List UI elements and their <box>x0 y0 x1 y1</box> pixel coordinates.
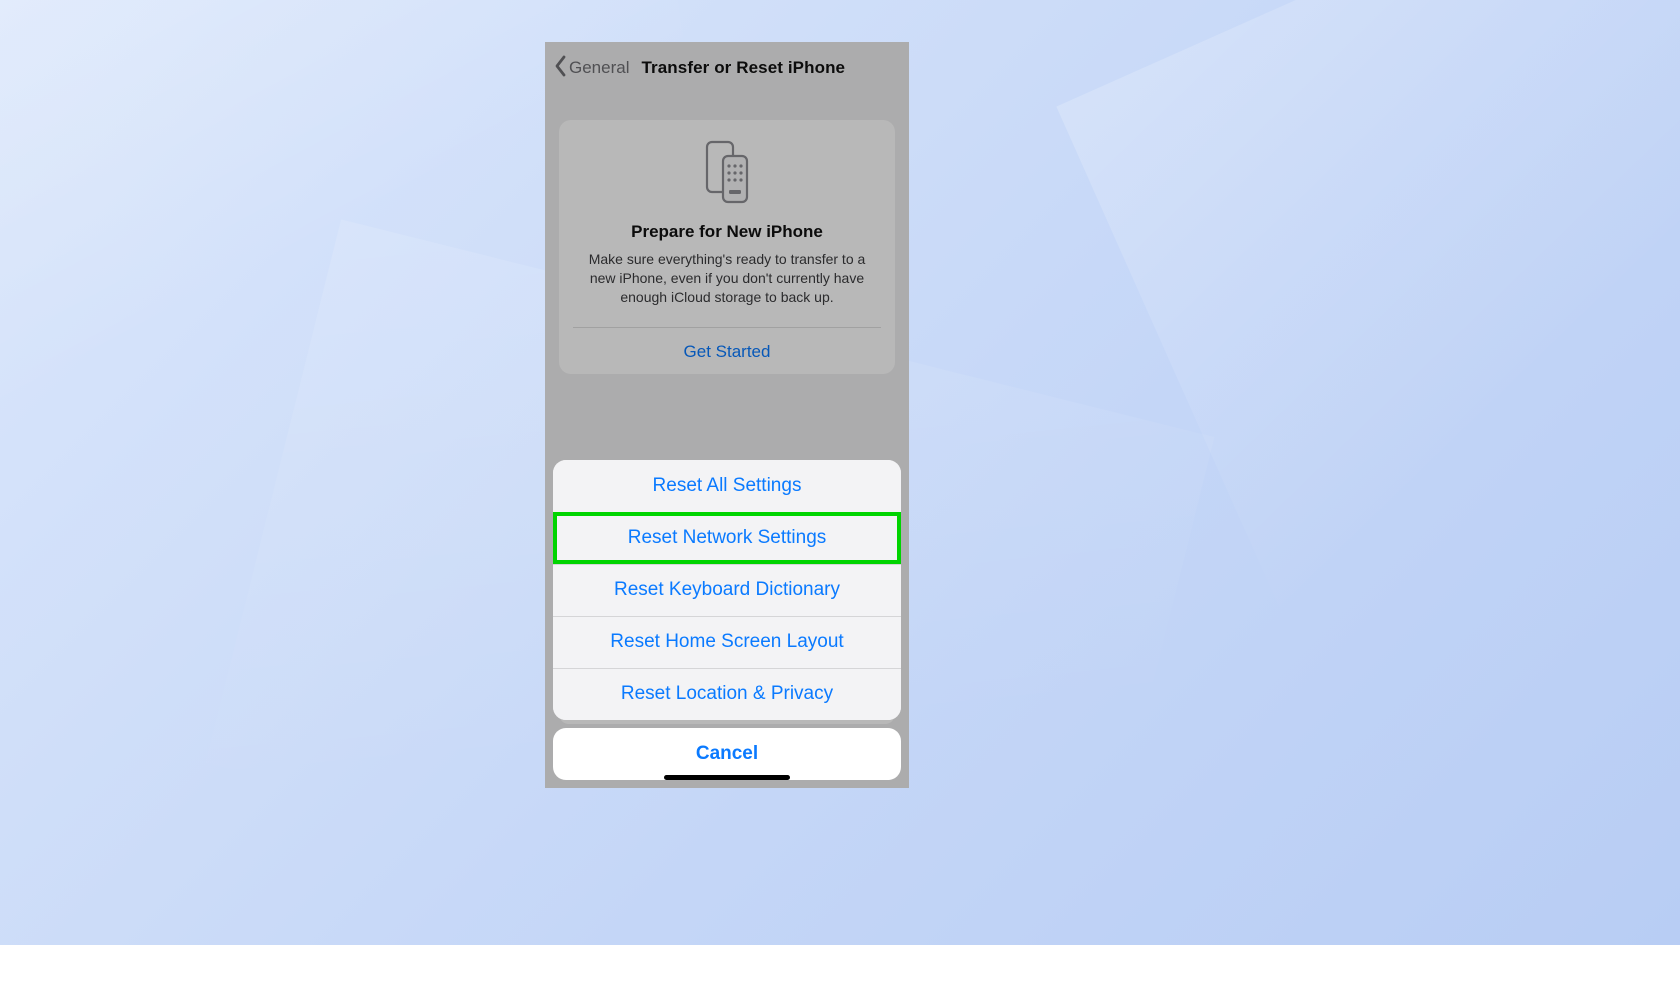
back-label: General <box>569 58 629 78</box>
iphone-screenshot: General Transfer or Reset iPhone Prepare… <box>545 42 909 788</box>
cancel-button[interactable]: Cancel <box>553 728 901 780</box>
option-reset-all-settings[interactable]: Reset All Settings <box>553 460 901 512</box>
get-started-button[interactable]: Get Started <box>559 342 895 362</box>
prepare-body: Make sure everything's ready to transfer… <box>577 250 877 307</box>
option-reset-home-screen-layout[interactable]: Reset Home Screen Layout <box>553 616 901 668</box>
action-sheet: Reset All Settings Reset Network Setting… <box>553 460 901 780</box>
option-reset-network-settings[interactable]: Reset Network Settings <box>553 512 901 564</box>
chevron-left-icon <box>553 55 567 82</box>
back-button[interactable]: General <box>553 55 629 82</box>
prepare-card: Prepare for New iPhone Make sure everyth… <box>559 120 895 374</box>
option-reset-location-privacy[interactable]: Reset Location & Privacy <box>553 668 901 720</box>
nav-bar: General Transfer or Reset iPhone <box>545 48 909 88</box>
option-reset-keyboard-dictionary[interactable]: Reset Keyboard Dictionary <box>553 564 901 616</box>
card-separator <box>573 327 881 328</box>
home-indicator <box>664 775 790 780</box>
page-title: Transfer or Reset iPhone <box>641 58 845 78</box>
two-iphones-icon <box>577 140 877 208</box>
prepare-heading: Prepare for New iPhone <box>577 222 877 242</box>
